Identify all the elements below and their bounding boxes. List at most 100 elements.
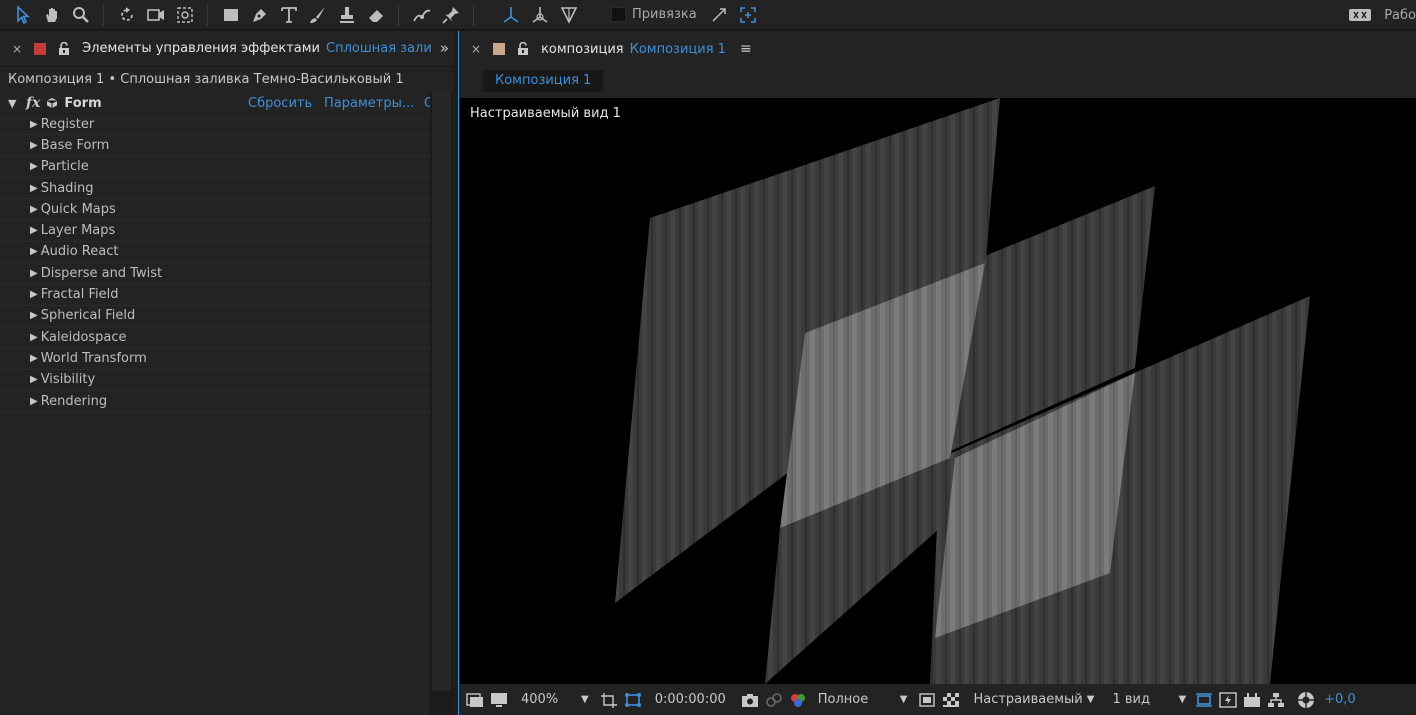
toolbar-separator [207, 3, 208, 26]
roto-brush-tool-icon[interactable] [407, 1, 436, 29]
property-group-row[interactable]: ▶ Quick Maps [0, 199, 430, 221]
exposure-value[interactable]: +0,0 [1324, 692, 1356, 707]
pen-tool-icon[interactable] [245, 1, 274, 29]
show-snapshot-icon[interactable] [762, 688, 786, 712]
3d-view-select[interactable]: Настраиваемый [973, 692, 1082, 707]
expand-triangle-icon[interactable]: ▶ [30, 396, 38, 407]
color-channels-icon[interactable] [786, 688, 810, 712]
always-preview-icon[interactable] [463, 688, 487, 712]
collapse-triangle-icon[interactable]: ▼ [8, 97, 20, 110]
flowchart-icon[interactable] [1264, 688, 1288, 712]
expand-triangle-icon[interactable]: ▶ [30, 332, 38, 343]
viewer-controls-bar: 400% ▼ 0:00:00:00 Полное ▼ Настраиваемый… [459, 684, 1416, 715]
fast-previews-icon[interactable] [915, 688, 939, 712]
timeline-icon[interactable] [1240, 688, 1264, 712]
pan-behind-tool-icon[interactable] [170, 1, 199, 29]
chevron-down-icon[interactable]: ▼ [1178, 694, 1186, 705]
resolution-select[interactable]: Полное [818, 692, 898, 707]
expand-triangle-icon[interactable]: ▶ [30, 225, 38, 236]
scrollbar-thumb[interactable] [432, 93, 451, 691]
view-axis-mode-icon[interactable] [554, 1, 583, 29]
monitor-icon[interactable] [487, 688, 511, 712]
property-group-row[interactable]: ▶ Spherical Field [0, 306, 430, 327]
camera-tool-icon[interactable] [141, 1, 170, 29]
eraser-tool-icon[interactable] [361, 1, 390, 29]
lock-icon[interactable] [58, 41, 70, 56]
view-layout-select[interactable]: 1 вид [1112, 692, 1172, 707]
selection-tool-icon[interactable] [8, 1, 37, 29]
property-group-row[interactable]: ▶ Kaleidospace [0, 327, 430, 349]
checkerboard-icon[interactable] [939, 688, 963, 712]
fast-draft-icon[interactable] [1216, 688, 1240, 712]
effect-controls-tab[interactable]: × Элементы управления эффектами Сплошная… [0, 31, 453, 67]
property-group-row[interactable]: ▶ World Transform [0, 348, 430, 370]
rotate-tool-icon[interactable] [112, 1, 141, 29]
property-group-row[interactable]: ▶ Shading [0, 178, 430, 200]
expand-triangle-icon[interactable]: ▶ [30, 246, 38, 257]
workspace-label[interactable]: Рабо [1384, 8, 1416, 23]
world-axis-mode-icon[interactable] [525, 1, 554, 29]
panel-overflow-icon[interactable]: » [440, 39, 449, 57]
property-group-row[interactable]: ▶ Disperse and Twist [0, 263, 430, 285]
effect-header-form[interactable]: ▼ fx Form Сбросить Параметры... О [0, 93, 430, 114]
expand-triangle-icon[interactable]: ▶ [30, 353, 38, 364]
hand-tool-icon[interactable] [37, 1, 66, 29]
property-groups: ▶ Register ▶ Base Form ▶ Particle ▶ Shading ▶ Qui… [0, 114, 430, 413]
lock-icon[interactable] [517, 42, 529, 56]
property-group-row[interactable]: ▶ Rendering [0, 391, 430, 413]
layer-link[interactable]: Сплошная зали [326, 41, 432, 56]
expand-triangle-icon[interactable]: ▶ [30, 374, 38, 385]
region-of-interest-icon[interactable] [597, 688, 621, 712]
expand-triangle-icon[interactable]: ▶ [30, 140, 38, 151]
snapshot-camera-icon[interactable] [738, 688, 762, 712]
rectangle-tool-icon[interactable] [216, 1, 245, 29]
transparency-grid-icon[interactable] [621, 688, 645, 712]
expand-triangle-icon[interactable]: ▶ [30, 289, 38, 300]
property-group-row[interactable]: ▶ Particle [0, 157, 430, 178]
chevron-down-icon[interactable]: ▼ [581, 694, 589, 705]
composition-viewer[interactable]: Настраиваемый вид 1 [460, 98, 1416, 684]
chevron-down-icon[interactable]: ▼ [900, 694, 908, 705]
property-group-label: Particle [40, 159, 89, 175]
expand-triangle-icon[interactable]: ▶ [30, 310, 38, 321]
workspace-switch-icon[interactable] [1348, 3, 1372, 27]
local-axis-mode-icon[interactable] [496, 1, 525, 29]
property-group-row[interactable]: ▶ Base Form [0, 135, 430, 157]
puppet-pin-tool-icon[interactable] [436, 1, 465, 29]
exposure-reset-icon[interactable] [1294, 688, 1318, 712]
composition-tab[interactable]: × композиция Композиция 1 ≡ [459, 31, 1416, 67]
property-group-row[interactable]: ▶ Layer Maps [0, 220, 430, 242]
clone-stamp-tool-icon[interactable] [332, 1, 361, 29]
close-icon[interactable]: × [471, 42, 481, 56]
brush-tool-icon[interactable] [303, 1, 332, 29]
composition-subtab[interactable]: Композиция 1 [483, 70, 604, 92]
effects-scrollbar[interactable] [430, 93, 453, 715]
options-link[interactable]: Параметры... [324, 96, 414, 111]
chevron-down-icon[interactable]: ▼ [1087, 694, 1095, 705]
snap-edges-icon[interactable] [705, 1, 734, 29]
property-group-row[interactable]: ▶ Visibility [0, 370, 430, 391]
expand-triangle-icon[interactable]: ▶ [30, 119, 38, 130]
expand-triangle-icon[interactable]: ▶ [30, 268, 38, 279]
close-icon[interactable]: × [12, 42, 22, 56]
reset-link[interactable]: Сбросить [248, 96, 312, 111]
fx-toggle[interactable]: fx [26, 95, 40, 111]
zoom-tool-icon[interactable] [66, 1, 95, 29]
snap-checkbox[interactable] [611, 7, 626, 22]
current-time[interactable]: 0:00:00:00 [655, 692, 726, 707]
type-tool-icon[interactable] [274, 1, 303, 29]
property-group-row[interactable]: ▶ Register [0, 114, 430, 136]
effect-controls-panel: × Элементы управления эффектами Сплошная… [0, 31, 453, 715]
property-group-label: Spherical Field [40, 308, 136, 324]
pixel-aspect-icon[interactable] [1192, 688, 1216, 712]
expand-triangle-icon[interactable]: ▶ [30, 183, 38, 194]
property-group-row[interactable]: ▶ Fractal Field [0, 284, 430, 306]
expand-triangle-icon[interactable]: ▶ [30, 204, 38, 215]
composition-link[interactable]: Композиция 1 [630, 42, 726, 57]
panel-menu-icon[interactable]: ≡ [740, 41, 752, 57]
snap-features-icon[interactable] [734, 1, 763, 29]
property-group-row[interactable]: ▶ Audio React [0, 242, 430, 264]
zoom-value[interactable]: 400% [521, 692, 575, 707]
expand-triangle-icon[interactable]: ▶ [30, 161, 38, 172]
property-group-label: Audio React [40, 244, 119, 260]
